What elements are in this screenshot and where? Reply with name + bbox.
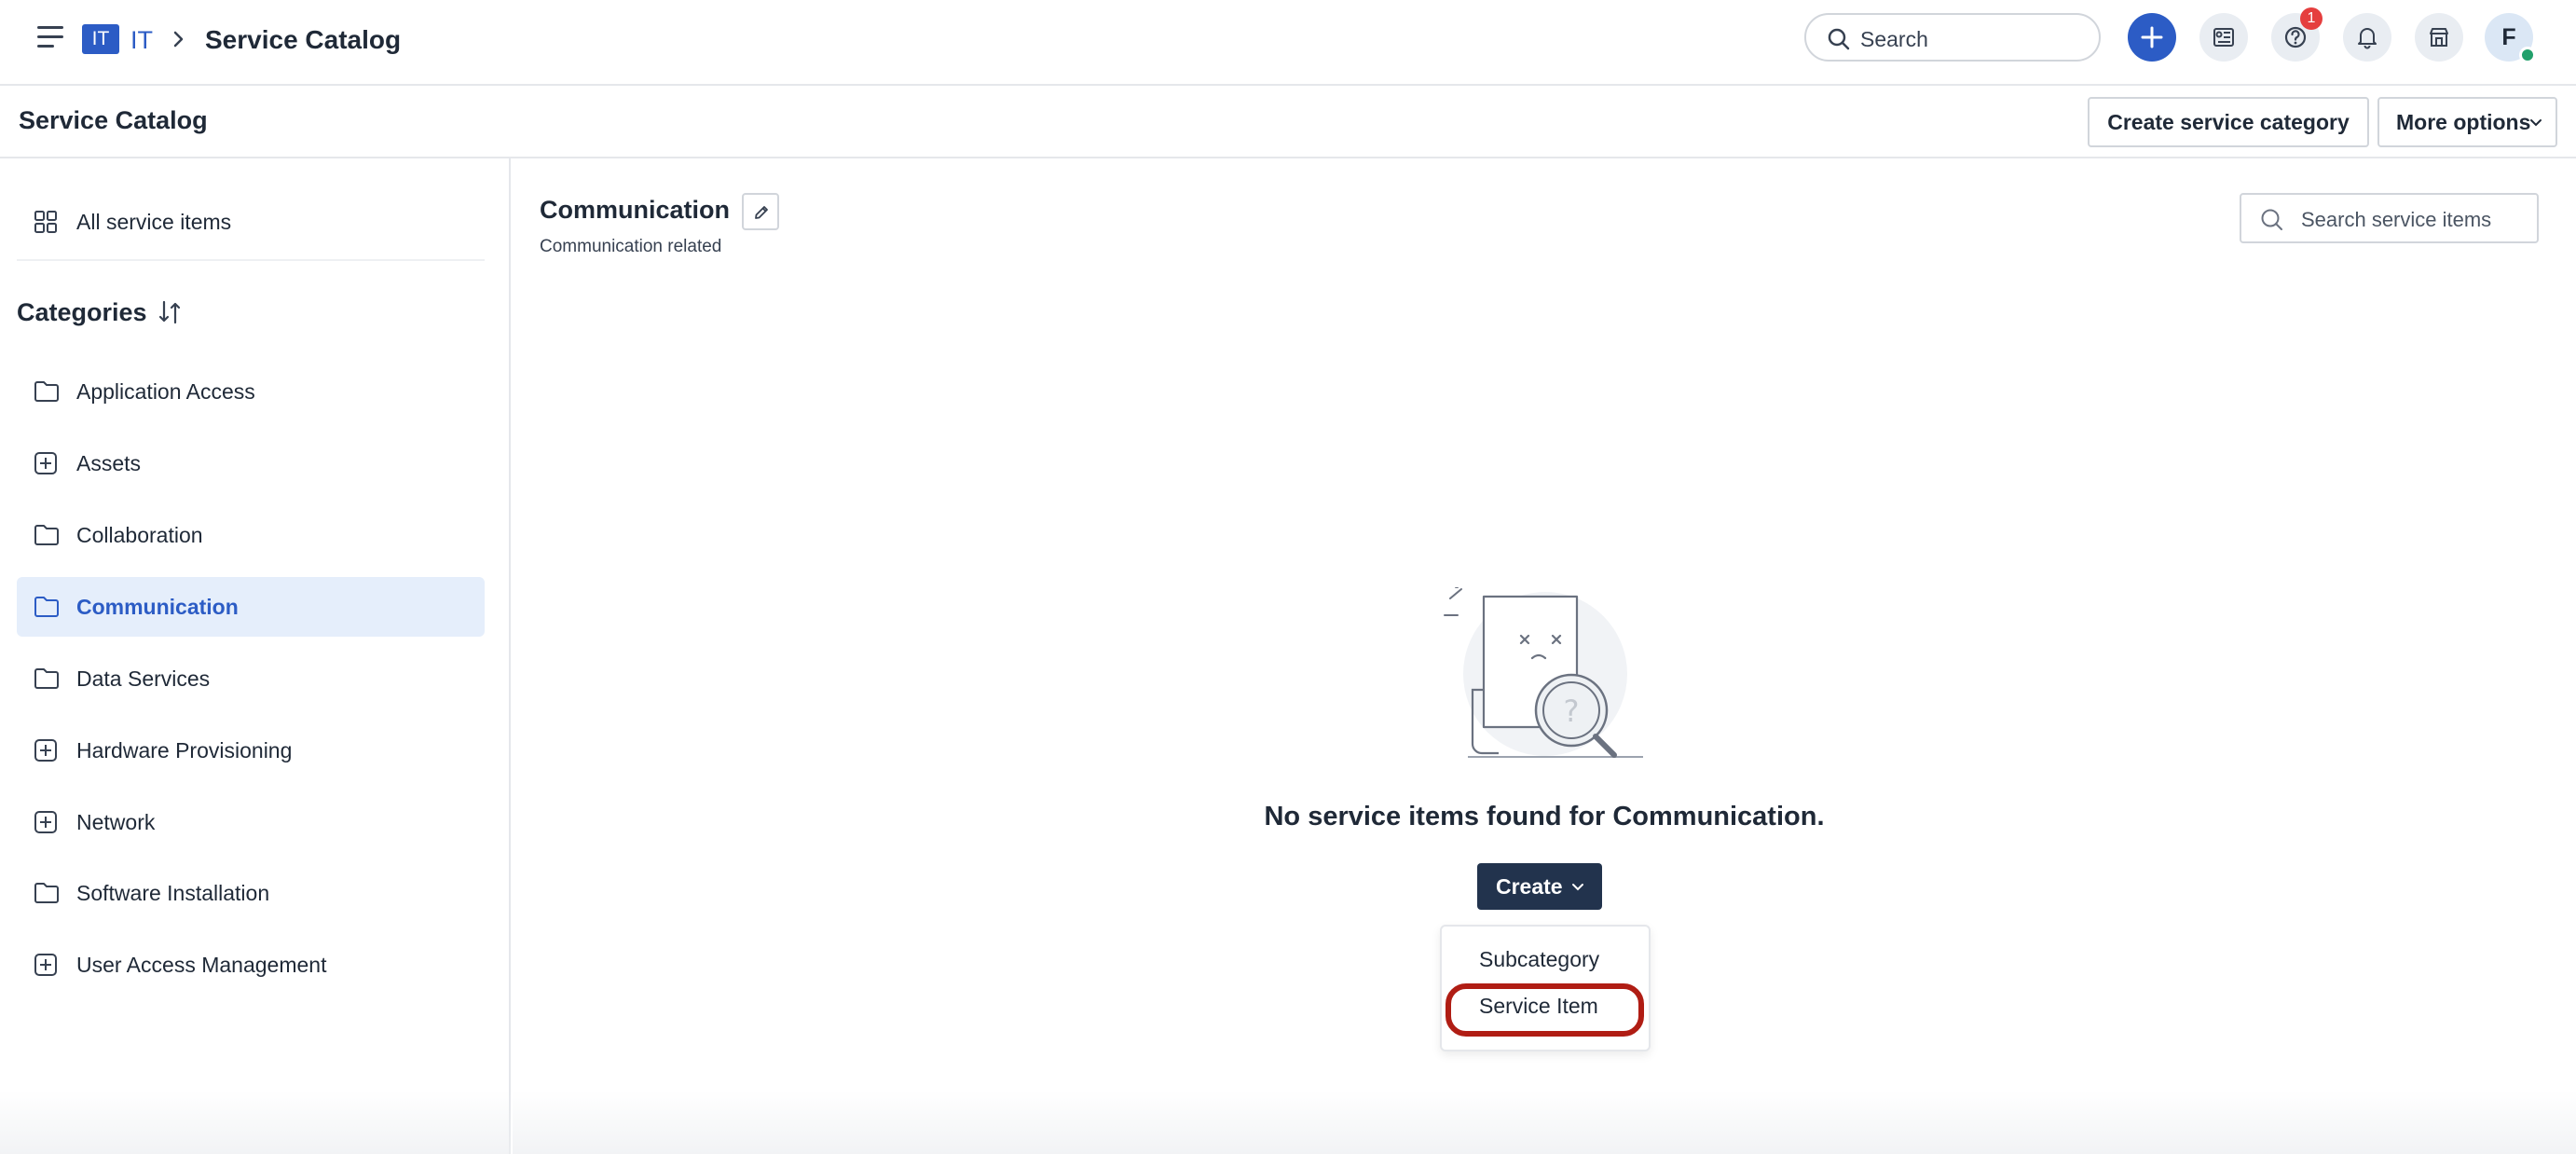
grid-icon — [34, 211, 57, 233]
all-service-items-link[interactable]: All service items — [17, 192, 485, 252]
search-icon — [2261, 209, 2282, 230]
online-status-dot — [2519, 47, 2536, 63]
folder-icon — [34, 883, 59, 903]
category-label: Assets — [76, 451, 142, 475]
category-application-access[interactable]: Application Access — [17, 362, 485, 421]
sort-icon[interactable] — [157, 298, 183, 326]
category-label: Data Services — [76, 666, 211, 691]
category-hardware-provisioning[interactable]: Hardware Provisioning — [17, 721, 485, 780]
bottom-fade — [513, 1091, 2576, 1154]
menu-item-label: Service Item — [1479, 994, 1598, 1018]
plus-square-icon — [34, 811, 57, 833]
menu-item-label: Subcategory — [1479, 947, 1600, 971]
create-dropdown-menu: Subcategory Service Item — [1440, 925, 1651, 1051]
all-service-items-label: All service items — [76, 210, 232, 234]
category-data-services[interactable]: Data Services — [17, 649, 485, 708]
category-user-access-management[interactable]: User Access Management — [17, 935, 485, 995]
category-label: Collaboration — [76, 523, 203, 547]
quick-create-button[interactable] — [2128, 13, 2176, 62]
category-software-installation[interactable]: Software Installation — [17, 863, 485, 923]
folder-icon — [34, 381, 59, 402]
category-sidebar: All service items Categories Application… — [0, 158, 511, 1154]
global-search-input[interactable]: Search — [1804, 13, 2101, 62]
page-header: Service Catalog Create service category … — [0, 86, 2576, 158]
create-dropdown-button[interactable]: Create — [1477, 863, 1602, 910]
category-label: Software Installation — [76, 881, 270, 905]
marketplace-button[interactable] — [2415, 13, 2463, 62]
more-options-button[interactable]: More options — [2377, 97, 2557, 147]
category-network[interactable]: Network — [17, 792, 485, 852]
chevron-right-icon — [173, 31, 184, 48]
solutions-button[interactable] — [2199, 13, 2248, 62]
menu-icon[interactable] — [37, 26, 65, 48]
more-options-label: More options — [2396, 110, 2531, 134]
chevron-down-icon — [1572, 884, 1583, 891]
global-search-placeholder: Search — [1860, 27, 1928, 51]
top-navigation-bar: IT IT Service Catalog Search 1 F — [0, 0, 2576, 86]
category-communication[interactable]: Communication — [17, 577, 485, 637]
search-icon — [1828, 28, 1850, 50]
plus-icon — [2141, 26, 2163, 48]
folder-icon — [34, 597, 59, 617]
categories-heading: Categories — [17, 298, 147, 326]
create-button-label: Create — [1496, 874, 1563, 899]
category-collaboration[interactable]: Collaboration — [17, 505, 485, 565]
workspace-badge: IT — [82, 24, 119, 54]
plus-square-icon — [34, 452, 57, 474]
help-notification-badge: 1 — [2300, 7, 2323, 30]
page-breadcrumb: Service Catalog — [205, 25, 402, 54]
menu-item-subcategory[interactable]: Subcategory — [1442, 936, 1649, 981]
notifications-button[interactable] — [2343, 13, 2391, 62]
category-description: Communication related — [540, 237, 722, 256]
category-title: Communication — [540, 196, 731, 224]
svg-text:?: ? — [1564, 694, 1580, 729]
category-label: Hardware Provisioning — [76, 738, 293, 762]
chevron-down-icon — [2530, 119, 2542, 127]
workspace-breadcrumb-link[interactable]: IT — [130, 26, 153, 55]
create-service-category-button[interactable]: Create service category — [2088, 97, 2369, 147]
folder-icon — [34, 525, 59, 545]
category-assets[interactable]: Assets — [17, 433, 485, 493]
search-service-items-input[interactable]: Search service items — [2240, 193, 2539, 243]
bell-icon — [2358, 28, 2377, 49]
category-label: User Access Management — [76, 953, 327, 977]
store-icon — [2430, 28, 2448, 47]
empty-state-illustration: ? — [1444, 587, 1643, 758]
folder-icon — [34, 668, 59, 689]
knowledge-base-icon — [2213, 28, 2234, 47]
empty-state-message: No service items found for Communication… — [1264, 802, 1825, 831]
category-label: Network — [76, 810, 156, 834]
category-label: Communication — [76, 595, 239, 619]
menu-item-service-item[interactable]: Service Item — [1442, 982, 1649, 1027]
edit-category-button[interactable] — [742, 193, 779, 230]
plus-square-icon — [34, 739, 57, 762]
sidebar-divider — [17, 259, 485, 261]
plus-square-icon — [34, 954, 57, 976]
help-icon — [2284, 26, 2307, 48]
page-title: Service Catalog — [19, 106, 208, 134]
pencil-icon — [755, 206, 768, 219]
category-label: Application Access — [76, 379, 255, 404]
search-service-items-placeholder: Search service items — [2301, 208, 2492, 231]
